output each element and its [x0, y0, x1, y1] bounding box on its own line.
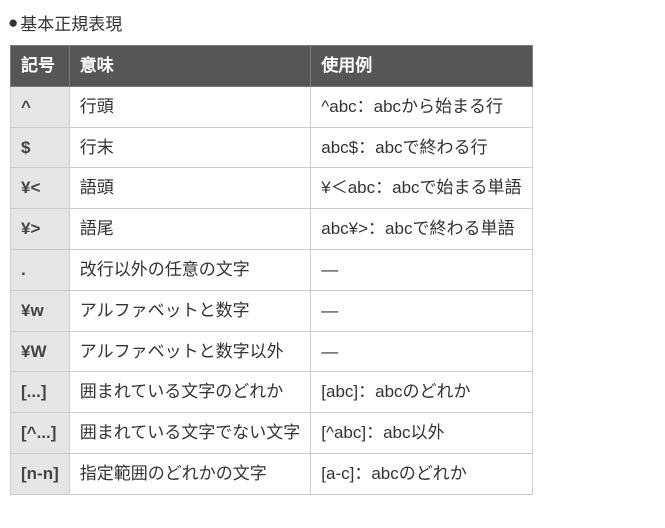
table-row: ¥< 語頭 ¥＜abc：abcで始まる単語 [11, 168, 533, 209]
cell-meaning: 語頭 [69, 168, 311, 209]
cell-symbol: [n-n] [11, 453, 70, 494]
cell-example: [abc]：abcのどれか [311, 372, 532, 413]
cell-meaning: 指定範囲のどれかの文字 [69, 453, 311, 494]
cell-meaning: 囲まれている文字のどれか [69, 372, 311, 413]
table-row: $ 行末 abc$：abcで終わる行 [11, 127, 533, 168]
cell-example: abc$：abcで終わる行 [311, 127, 532, 168]
cell-example: ¥＜abc：abcで始まる単語 [311, 168, 532, 209]
cell-symbol: ^ [11, 86, 70, 127]
regex-table: 記号 意味 使用例 ^ 行頭 ^abc：abcから始まる行 $ 行末 abc$：… [10, 45, 533, 495]
cell-meaning: 語尾 [69, 209, 311, 250]
table-row: ¥W アルファベットと数字以外 ― [11, 331, 533, 372]
cell-example: ^abc：abcから始まる行 [311, 86, 532, 127]
cell-symbol: ¥> [11, 209, 70, 250]
table-header-row: 記号 意味 使用例 [11, 46, 533, 87]
table-row: ^ 行頭 ^abc：abcから始まる行 [11, 86, 533, 127]
th-example: 使用例 [311, 46, 532, 87]
th-meaning: 意味 [69, 46, 311, 87]
table-row: ¥> 語尾 abc¥>：abcで終わる単語 [11, 209, 533, 250]
cell-example: [a-c]：abcのどれか [311, 453, 532, 494]
cell-meaning: 行頭 [69, 86, 311, 127]
cell-example: abc¥>：abcで終わる単語 [311, 209, 532, 250]
cell-example: [^abc]：abc以外 [311, 413, 532, 454]
table-row: [^...] 囲まれている文字でない文字 [^abc]：abc以外 [11, 413, 533, 454]
cell-meaning: アルファベットと数字以外 [69, 331, 311, 372]
table-row: ¥w アルファベットと数字 ― [11, 290, 533, 331]
table-row: [...] 囲まれている文字のどれか [abc]：abcのどれか [11, 372, 533, 413]
cell-symbol: . [11, 249, 70, 290]
cell-example: ― [311, 249, 532, 290]
table-row: . 改行以外の任意の文字 ― [11, 249, 533, 290]
cell-symbol: [...] [11, 372, 70, 413]
page-root: ● 基本正規表現 記号 意味 使用例 ^ 行頭 ^abc：abcから始まる行 $… [0, 0, 665, 515]
cell-meaning: 行末 [69, 127, 311, 168]
cell-example: ― [311, 331, 532, 372]
cell-symbol: ¥w [11, 290, 70, 331]
th-symbol: 記号 [11, 46, 70, 87]
cell-meaning: 改行以外の任意の文字 [69, 249, 311, 290]
section-title: ● 基本正規表現 [8, 10, 657, 35]
table-row: [n-n] 指定範囲のどれかの文字 [a-c]：abcのどれか [11, 453, 533, 494]
bullet-icon: ● [8, 13, 18, 33]
cell-meaning: アルファベットと数字 [69, 290, 311, 331]
section-title-text: 基本正規表現 [20, 10, 122, 35]
cell-example: ― [311, 290, 532, 331]
cell-meaning: 囲まれている文字でない文字 [69, 413, 311, 454]
cell-symbol: $ [11, 127, 70, 168]
cell-symbol: [^...] [11, 413, 70, 454]
cell-symbol: ¥< [11, 168, 70, 209]
cell-symbol: ¥W [11, 331, 70, 372]
